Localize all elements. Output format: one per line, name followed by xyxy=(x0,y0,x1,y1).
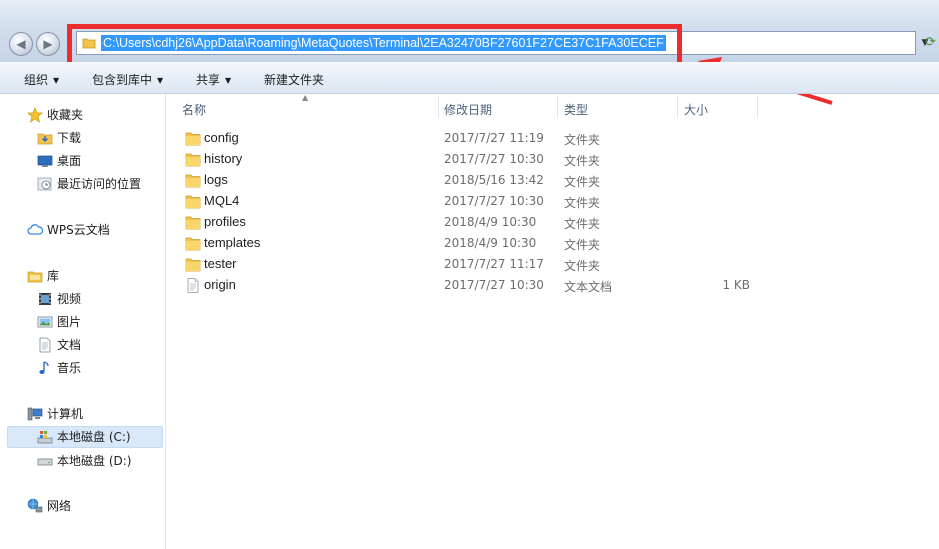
file-row-history[interactable]: history 2017/7/27 10:30 文件夹 xyxy=(166,149,939,170)
sidebar-item-label: 最近访问的位置 xyxy=(57,177,142,191)
file-type: 文件夹 xyxy=(564,133,601,147)
sidebar-item-label: 本地磁盘 (C:) xyxy=(57,430,131,444)
column-divider[interactable] xyxy=(677,96,678,118)
sidebar-item-label: 计算机 xyxy=(47,407,84,421)
file-type: 文件夹 xyxy=(564,154,601,168)
new-folder-button[interactable]: 新建文件夹 xyxy=(264,71,324,88)
star-icon xyxy=(27,107,43,123)
file-name: tester xyxy=(204,256,237,271)
caret-down-icon: ▼ xyxy=(157,76,164,85)
file-row-mql4[interactable]: MQL4 2017/7/27 10:30 文件夹 xyxy=(166,191,939,212)
file-name: logs xyxy=(204,172,228,187)
folder-icon xyxy=(185,195,201,209)
sidebar-item-label: 收藏夹 xyxy=(47,108,84,122)
document-icon xyxy=(39,337,51,353)
column-divider[interactable] xyxy=(557,96,558,118)
drive-icon xyxy=(37,458,53,466)
organize-label: 组织 xyxy=(24,73,49,87)
command-toolbar: 组织 ▼ 包含到库中 ▼ 共享 ▼ 新建文件夹 xyxy=(0,62,939,94)
column-header-name[interactable]: 名称 xyxy=(182,101,206,118)
file-name: origin xyxy=(204,277,236,292)
navigation-pane xyxy=(0,94,165,549)
sidebar-item-label: 音乐 xyxy=(57,361,82,375)
file-row-origin[interactable]: origin 2017/7/27 10:30 文本文档 1 KB xyxy=(166,275,939,296)
sidebar-item-label: 本地磁盘 (D:) xyxy=(57,454,132,468)
file-row-tester[interactable]: tester 2017/7/27 11:17 文件夹 xyxy=(166,254,939,275)
sidebar-item-label: 下载 xyxy=(57,131,82,145)
organize-menu[interactable]: 组织 ▼ xyxy=(24,71,59,88)
recent-places-icon xyxy=(37,177,52,191)
cloud-icon xyxy=(27,224,43,235)
file-type: 文件夹 xyxy=(564,259,601,273)
caret-down-icon: ▼ xyxy=(53,76,60,85)
folder-icon xyxy=(185,237,201,251)
include-in-library-label: 包含到库中 xyxy=(92,73,153,87)
column-header-row: 名称 修改日期 类型 大小 xyxy=(166,94,939,120)
sidebar-item-label: 库 xyxy=(47,269,60,283)
column-header-type[interactable]: 类型 xyxy=(564,101,588,118)
video-icon xyxy=(39,293,51,305)
folder-icon xyxy=(185,174,201,188)
sidebar-item-label: 文档 xyxy=(57,338,82,352)
picture-icon xyxy=(37,316,53,328)
folder-icon xyxy=(185,132,201,146)
file-date: 2017/7/27 10:30 xyxy=(444,152,544,166)
file-name: templates xyxy=(204,235,261,250)
folder-icon xyxy=(185,216,201,230)
file-row-profiles[interactable]: profiles 2018/4/9 10:30 文件夹 xyxy=(166,212,939,233)
folder-icon xyxy=(185,153,201,167)
sort-ascending-icon: ▲ xyxy=(302,93,309,102)
file-type: 文件夹 xyxy=(564,217,601,231)
file-date: 2017/7/27 10:30 xyxy=(444,194,544,208)
file-date: 2017/7/27 11:17 xyxy=(444,257,544,271)
file-date: 2018/4/9 10:30 xyxy=(444,236,537,250)
file-name: config xyxy=(204,130,239,145)
file-row-templates[interactable]: templates 2018/4/9 10:30 文件夹 xyxy=(166,233,939,254)
music-icon xyxy=(39,361,49,374)
column-header-date[interactable]: 修改日期 xyxy=(444,101,492,118)
column-header-size[interactable]: 大小 xyxy=(684,101,708,118)
caret-down-icon: ▼ xyxy=(225,76,232,85)
file-date: 2017/7/27 10:30 xyxy=(444,278,544,292)
system-drive-icon xyxy=(37,431,53,444)
folder-icon xyxy=(185,258,201,272)
desktop-icon xyxy=(37,155,53,167)
file-date: 2018/5/16 13:42 xyxy=(444,173,544,187)
download-folder-icon xyxy=(37,133,53,145)
share-menu[interactable]: 共享 ▼ xyxy=(196,71,231,88)
sidebar-item-label: 网络 xyxy=(47,499,72,513)
file-name: history xyxy=(204,151,243,166)
column-divider[interactable] xyxy=(438,96,439,118)
sidebar-item-label: 视频 xyxy=(57,292,82,306)
text-file-icon xyxy=(187,278,199,293)
share-label: 共享 xyxy=(196,73,221,87)
sidebar-item-label: 桌面 xyxy=(57,154,82,168)
sidebar-item-label: WPS云文档 xyxy=(47,223,110,237)
library-icon xyxy=(27,271,43,283)
file-date: 2017/7/27 11:19 xyxy=(444,131,544,145)
file-type: 文件夹 xyxy=(564,196,601,210)
network-icon xyxy=(27,498,43,513)
file-name: MQL4 xyxy=(204,193,240,208)
file-type: 文件夹 xyxy=(564,238,601,252)
file-name: profiles xyxy=(204,214,246,229)
file-type: 文件夹 xyxy=(564,175,601,189)
file-type: 文本文档 xyxy=(564,280,613,294)
file-date: 2018/4/9 10:30 xyxy=(444,215,537,229)
column-divider[interactable] xyxy=(757,96,758,118)
file-row-config[interactable]: config 2017/7/27 11:19 文件夹 xyxy=(166,128,939,149)
computer-icon xyxy=(27,407,43,421)
include-in-library-menu[interactable]: 包含到库中 ▼ xyxy=(92,71,163,88)
file-row-logs[interactable]: logs 2018/5/16 13:42 文件夹 xyxy=(166,170,939,191)
sidebar-item-label: 图片 xyxy=(57,315,82,329)
file-size: 1 KB xyxy=(722,278,750,292)
